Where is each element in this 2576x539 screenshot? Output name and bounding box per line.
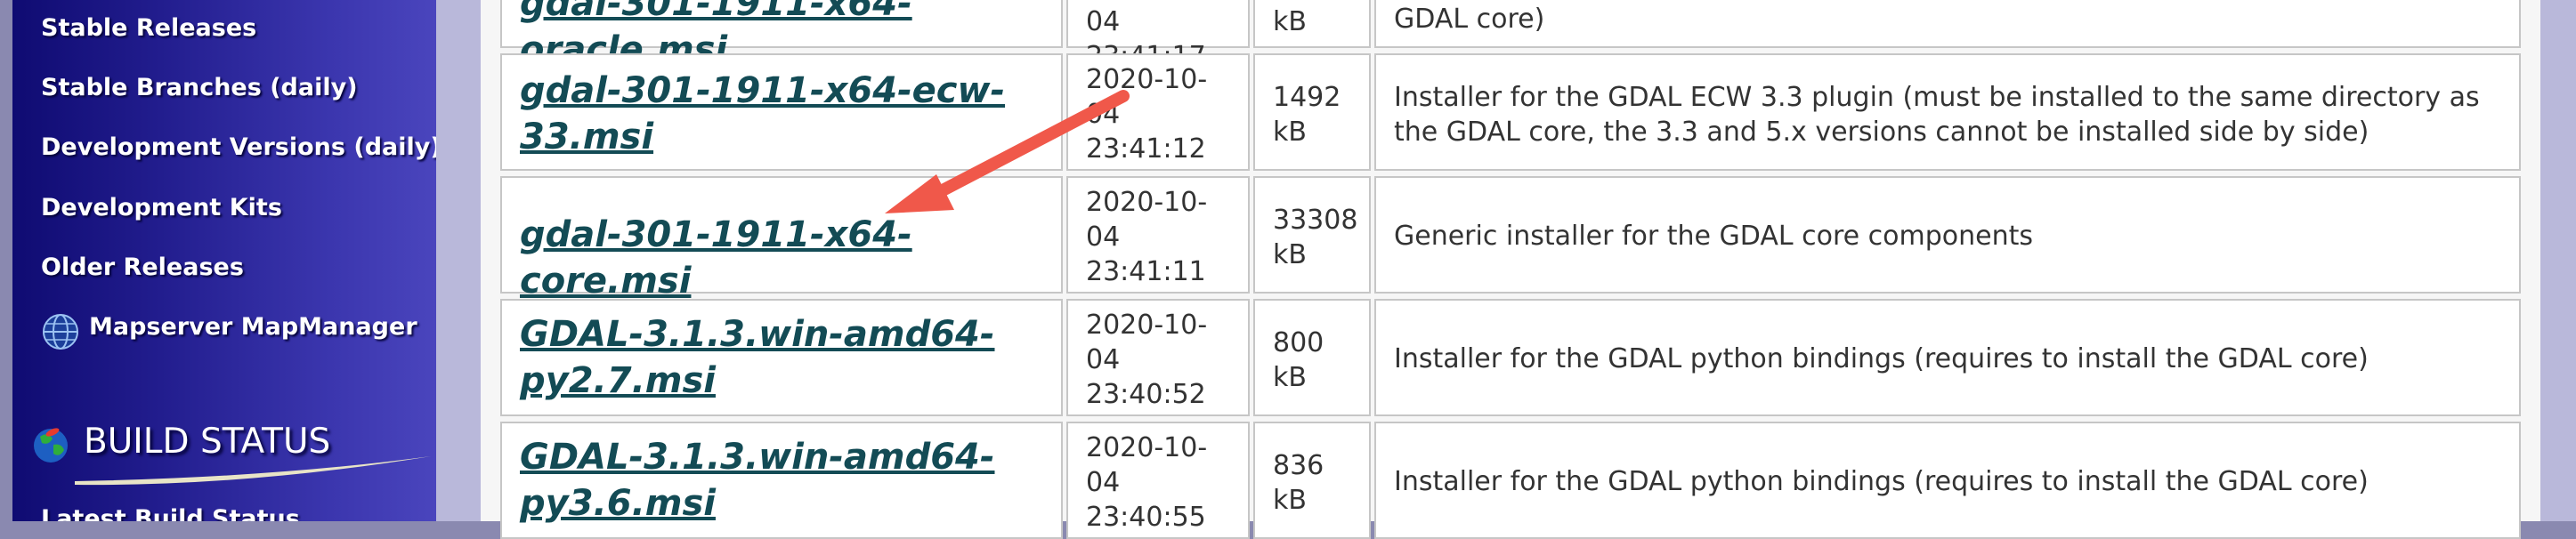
file-link[interactable]: GDAL-3.1.3.win-amd64-py2.7.msi — [520, 314, 994, 401]
size-cell: 1492 kB — [1253, 53, 1371, 171]
size-cell: kB — [1253, 0, 1371, 48]
date-cell: 04 23:41:17 — [1066, 0, 1250, 72]
description-text: Installer for the GDAL ECW 3.3 plugin (m… — [1394, 82, 2480, 148]
date-cell: 2020-10-04 23:40:52 — [1066, 299, 1250, 416]
date-value: 2020-10-04 23:40:55 — [1086, 432, 1208, 533]
description-cell: Installer for the GDAL python bindings (… — [1374, 299, 2521, 416]
table-row: gdal-301-1911-x64-oracle.msi — [500, 0, 1063, 70]
file-link[interactable]: GDAL-3.1.3.win-amd64-py3.6.msi — [520, 437, 994, 524]
size-cell: 33308 kB — [1253, 176, 1371, 294]
heading-swoosh — [75, 456, 431, 486]
nav-latest-build-status[interactable]: Latest Build Status — [41, 505, 300, 521]
description-cell: Generic installer for the GDAL core comp… — [1374, 176, 2521, 294]
description-cell: GDAL core) — [1374, 0, 2521, 48]
nav-mapserver-mapmanager[interactable]: Mapserver MapManager — [89, 313, 417, 341]
download-table: gdal-301-1911-x64-oracle.msi 04 23:41:17… — [481, 0, 2540, 539]
nav-older-releases[interactable]: Older Releases — [41, 253, 244, 281]
date-value: 2020-10-04 23:40:52 — [1086, 310, 1208, 410]
nav-stable-branches[interactable]: Stable Branches (daily) — [41, 74, 358, 101]
date-cell: 2020-10-04 23:40:55 — [1066, 422, 1250, 539]
size-value: 836 kB — [1273, 450, 1324, 516]
file-link[interactable]: gdal-301-1911-x64-core.msi — [520, 214, 912, 302]
nav-development-kits[interactable]: Development Kits — [41, 194, 282, 221]
size-value: 33308 kB — [1273, 205, 1358, 270]
description-cell: Installer for the GDAL python bindings (… — [1374, 422, 2521, 539]
table-row: GDAL-3.1.3.win-amd64-py2.7.msi — [500, 299, 1063, 416]
description-cell: Installer for the GDAL ECW 3.3 plugin (m… — [1374, 53, 2521, 171]
size-value: 1492 kB — [1273, 82, 1341, 148]
size-value: 800 kB — [1273, 327, 1324, 393]
size-value: kB — [1273, 6, 1307, 37]
description-text: Generic installer for the GDAL core comp… — [1394, 221, 2034, 252]
globe-icon — [43, 314, 78, 350]
description-text: Installer for the GDAL python bindings (… — [1394, 343, 2369, 374]
size-cell: 800 kB — [1253, 299, 1371, 416]
nav-stable-releases[interactable]: Stable Releases — [41, 14, 256, 42]
description-text: Installer for the GDAL python bindings (… — [1394, 466, 2369, 497]
page-margin-right — [2540, 0, 2576, 521]
nav-development-versions[interactable]: Development Versions (daily) — [41, 133, 436, 161]
description-text: GDAL core) — [1394, 4, 1545, 35]
size-cell: 836 kB — [1253, 422, 1371, 539]
table-row: GDAL-3.1.3.win-amd64-py3.6.msi — [500, 422, 1063, 539]
page-margin — [436, 0, 481, 521]
red-arrow-icon — [885, 90, 1130, 213]
sidebar: Stable Releases Stable Branches (daily) … — [12, 0, 436, 521]
